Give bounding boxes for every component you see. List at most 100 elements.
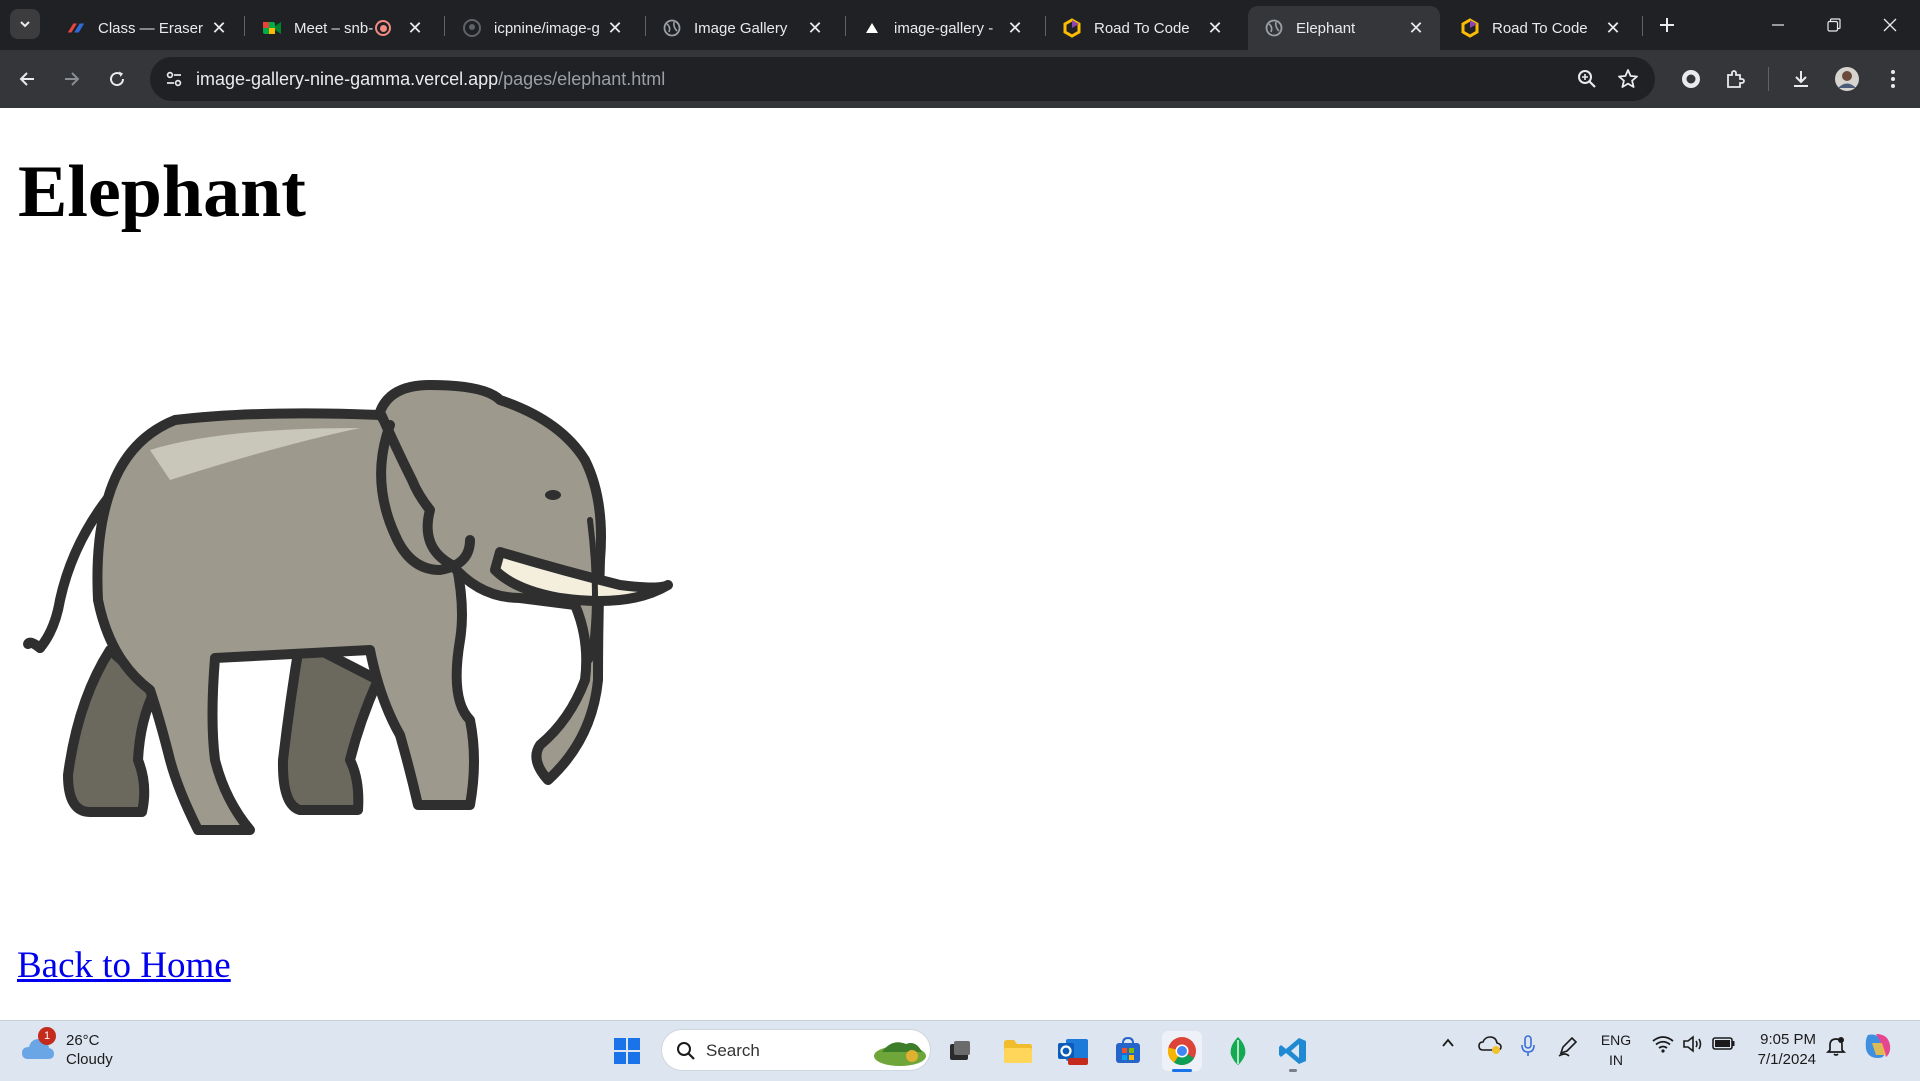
tab-road-to-code-2[interactable]: Road To Code ✕ [1444, 6, 1637, 50]
tab-image-gallery[interactable]: Image Gallery ✕ [646, 6, 839, 50]
restore-button[interactable] [1806, 0, 1862, 50]
tab-title: Meet – snb- [294, 19, 374, 37]
new-tab-button[interactable] [1652, 10, 1682, 40]
page-title: Elephant [18, 151, 306, 233]
tab-search-button[interactable] [10, 9, 40, 39]
recording-icon [375, 20, 391, 36]
tab-title: Elephant [1296, 19, 1356, 37]
url-path: /pages/elephant.html [498, 69, 666, 89]
browser-toolbar: image-gallery-nine-gamma.vercel.app/page… [0, 50, 1920, 108]
tab-elephant[interactable]: Elephant ✕ [1248, 6, 1440, 50]
region-code: IN [1609, 1052, 1623, 1068]
input-language-indicator[interactable]: ENG IN [1598, 1030, 1634, 1070]
close-tab-icon[interactable]: ✕ [605, 18, 625, 39]
language-code: ENG [1600, 1032, 1632, 1048]
menu-button[interactable] [1877, 63, 1909, 95]
vercel-icon [862, 18, 882, 38]
task-view-icon [950, 1041, 970, 1060]
eraser-icon [66, 18, 86, 38]
tab-title: image-gallery - [894, 19, 994, 37]
volume-button[interactable] [1682, 1035, 1704, 1056]
weather-temperature: 26°C [66, 1032, 100, 1049]
roadtocode-icon [1062, 18, 1082, 38]
microphone-button[interactable] [1520, 1035, 1536, 1060]
outlook-button[interactable] [1053, 1031, 1093, 1071]
tab-vercel[interactable]: image-gallery - ✕ [846, 6, 1039, 50]
tab-github[interactable]: icpnine/image-g ✕ [446, 6, 639, 50]
site-info-icon[interactable] [164, 69, 184, 94]
close-tab-icon[interactable]: ✕ [1406, 18, 1426, 39]
weather-condition: Cloudy [66, 1051, 113, 1068]
avatar [1835, 67, 1859, 91]
close-tab-icon[interactable]: ✕ [209, 18, 229, 39]
notifications-button[interactable] [1825, 1035, 1847, 1060]
globe-icon [662, 18, 682, 38]
chrome-button[interactable] [1162, 1031, 1202, 1072]
chevron-down-icon [20, 21, 30, 28]
profile-button[interactable] [1831, 63, 1863, 95]
close-tab-icon[interactable]: ✕ [805, 18, 825, 39]
tab-strip: Class — Eraser ✕ Meet – snb- ✕ icpnine/i… [0, 0, 1920, 50]
mongodb-compass-button[interactable] [1218, 1031, 1258, 1071]
reload-button[interactable] [101, 63, 133, 95]
globe-icon [1264, 18, 1284, 38]
tab-title: Class — Eraser [98, 19, 204, 37]
close-tab-icon[interactable]: ✕ [1205, 18, 1225, 39]
vscode-icon [1279, 1038, 1306, 1064]
back-button[interactable] [11, 63, 43, 95]
close-tab-icon[interactable]: ✕ [1005, 18, 1025, 39]
windows-icon [614, 1038, 640, 1064]
microsoft-store-button[interactable] [1108, 1031, 1148, 1071]
address-bar[interactable]: image-gallery-nine-gamma.vercel.app/page… [150, 57, 1655, 101]
close-window-button[interactable] [1862, 0, 1918, 50]
url-host: image-gallery-nine-gamma.vercel.app [196, 69, 499, 89]
taskbar: 1 26°C Cloudy Search ENG IN 9:05 PM 7/1/… [0, 1020, 1920, 1081]
tab-google-meet[interactable]: Meet – snb- ✕ [246, 6, 439, 50]
clock[interactable]: 9:05 PM 7/1/2024 [1748, 1030, 1816, 1070]
back-to-home-link[interactable]: Back to Home [17, 944, 231, 987]
show-hidden-icons-button[interactable] [1440, 1035, 1456, 1054]
search-placeholder: Search [706, 1041, 760, 1060]
pen-menu-button[interactable] [1557, 1035, 1579, 1060]
extension-button[interactable] [1675, 63, 1707, 95]
weather-widget[interactable]: 1 26°C Cloudy [20, 1027, 113, 1069]
plus-icon [1660, 18, 1674, 32]
start-button[interactable] [607, 1031, 647, 1071]
cloud-warning-icon [1478, 1036, 1502, 1054]
puzzle-icon [1727, 70, 1745, 88]
clock-time: 9:05 PM [1760, 1031, 1816, 1048]
downloads-button[interactable] [1785, 63, 1817, 95]
task-view-button[interactable] [940, 1031, 980, 1071]
zoom-icon[interactable] [1577, 69, 1597, 94]
forward-button[interactable] [56, 63, 88, 95]
extension-circle-icon [1682, 70, 1700, 88]
battery-button[interactable] [1712, 1035, 1736, 1054]
tab-class-eraser[interactable]: Class — Eraser ✕ [50, 6, 243, 50]
bell-icon [1825, 1037, 1847, 1056]
file-explorer-button[interactable] [998, 1031, 1038, 1071]
minimize-icon [1772, 24, 1784, 26]
tab-road-to-code[interactable]: Road To Code ✕ [1046, 6, 1239, 50]
tab-title: Road To Code [1094, 19, 1190, 37]
notification-badge: 1 [38, 1027, 56, 1045]
extensions-button[interactable] [1719, 63, 1751, 95]
bookmark-star-icon[interactable] [1617, 68, 1639, 95]
mongodb-icon [1230, 1037, 1246, 1065]
pen-icon [1558, 1036, 1578, 1057]
taskbar-search[interactable]: Search [661, 1029, 931, 1071]
tab-title: icpnine/image-g [494, 19, 600, 37]
close-tab-icon[interactable]: ✕ [405, 18, 425, 39]
more-vert-icon [1891, 70, 1895, 88]
wifi-icon [1652, 1036, 1674, 1053]
onedrive-button[interactable] [1478, 1035, 1502, 1058]
copilot-button[interactable] [1862, 1031, 1894, 1064]
microphone-icon [1521, 1035, 1535, 1056]
vscode-button[interactable] [1273, 1031, 1313, 1072]
copilot-icon [1865, 1034, 1891, 1058]
close-tab-icon[interactable]: ✕ [1603, 18, 1623, 39]
store-icon [1116, 1036, 1140, 1063]
minimize-button[interactable] [1750, 0, 1806, 50]
roadtocode-icon [1460, 18, 1480, 38]
network-button[interactable] [1652, 1035, 1674, 1056]
download-icon [1794, 71, 1808, 87]
